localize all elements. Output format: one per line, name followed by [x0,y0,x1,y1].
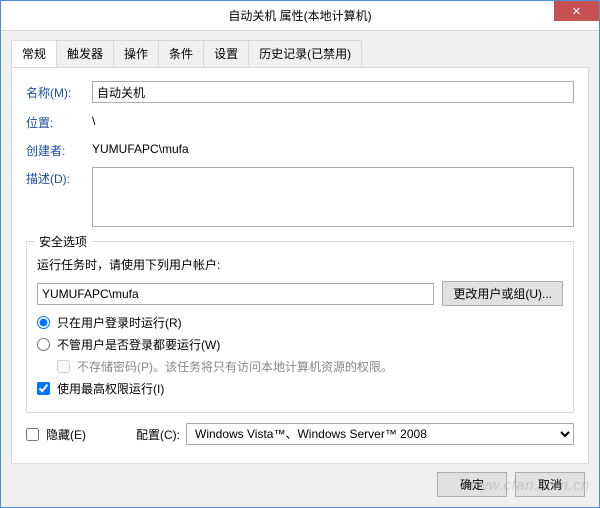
window-title: 自动关机 属性(本地计算机) [1,7,599,24]
checkbox-highest-privileges[interactable]: 使用最高权限运行(I) [37,380,563,397]
tab-settings[interactable]: 设置 [203,40,249,67]
checkbox-hidden-label: 隐藏(E) [46,426,86,443]
checkbox-hidden-input[interactable] [26,428,39,441]
configure-for-select[interactable]: Windows Vista™、Windows Server™ 2008 [186,423,574,445]
close-button[interactable]: ✕ [554,1,599,21]
cancel-button[interactable]: 取消 [515,472,585,497]
name-label: 名称(M): [26,81,92,101]
tab-triggers[interactable]: 触发器 [56,40,114,67]
close-icon: ✕ [572,5,581,18]
titlebar: 自动关机 属性(本地计算机) ✕ [1,1,599,31]
dialog-window: 自动关机 属性(本地计算机) ✕ 常规 触发器 操作 条件 设置 历史记录(已禁… [0,0,600,508]
tab-history[interactable]: 历史记录(已禁用) [248,40,362,67]
dialog-footer: 确定 取消 [11,464,589,497]
description-input[interactable] [92,167,574,227]
radio-any-user-input[interactable] [37,338,50,351]
tab-strip: 常规 触发器 操作 条件 设置 历史记录(已禁用) [11,40,589,68]
description-label: 描述(D): [26,167,92,187]
content-area: 常规 触发器 操作 条件 设置 历史记录(已禁用) 名称(M): 位置: \ 创… [1,31,599,507]
radio-any-user-label: 不管用户是否登录都要运行(W) [57,336,220,353]
configure-for-label: 配置(C): [136,426,180,443]
radio-logged-on-label: 只在用户登录时运行(R) [57,314,182,331]
author-label: 创建者: [26,139,92,159]
runas-description: 运行任务时，请使用下列用户帐户: [37,256,563,273]
location-label: 位置: [26,111,92,131]
author-value: YUMUFAPC\mufa [92,139,189,156]
checkbox-no-store-password-input [57,360,70,373]
checkbox-hidden[interactable]: 隐藏(E) [26,426,86,443]
tab-general[interactable]: 常规 [11,40,57,67]
change-user-button[interactable]: 更改用户或组(U)... [442,281,563,306]
name-input[interactable] [92,81,574,103]
checkbox-highest-privileges-input[interactable] [37,382,50,395]
radio-logged-on-input[interactable] [37,316,50,329]
checkbox-no-store-password-label: 不存储密码(P)。该任务将只有访问本地计算机资源的权限。 [77,358,393,375]
radio-any-user[interactable]: 不管用户是否登录都要运行(W) [37,336,563,353]
tab-actions[interactable]: 操作 [113,40,159,67]
tab-conditions[interactable]: 条件 [158,40,204,67]
general-panel: 名称(M): 位置: \ 创建者: YUMUFAPC\mufa 描述(D): 安… [11,67,589,464]
ok-button[interactable]: 确定 [437,472,507,497]
radio-logged-on[interactable]: 只在用户登录时运行(R) [37,314,563,331]
security-legend: 安全选项 [35,233,91,250]
checkbox-highest-privileges-label: 使用最高权限运行(I) [57,380,164,397]
location-value: \ [92,111,95,128]
checkbox-no-store-password: 不存储密码(P)。该任务将只有访问本地计算机资源的权限。 [57,358,563,375]
security-options-group: 安全选项 运行任务时，请使用下列用户帐户: 更改用户或组(U)... 只在用户登… [26,241,574,413]
user-account-input [37,283,434,305]
